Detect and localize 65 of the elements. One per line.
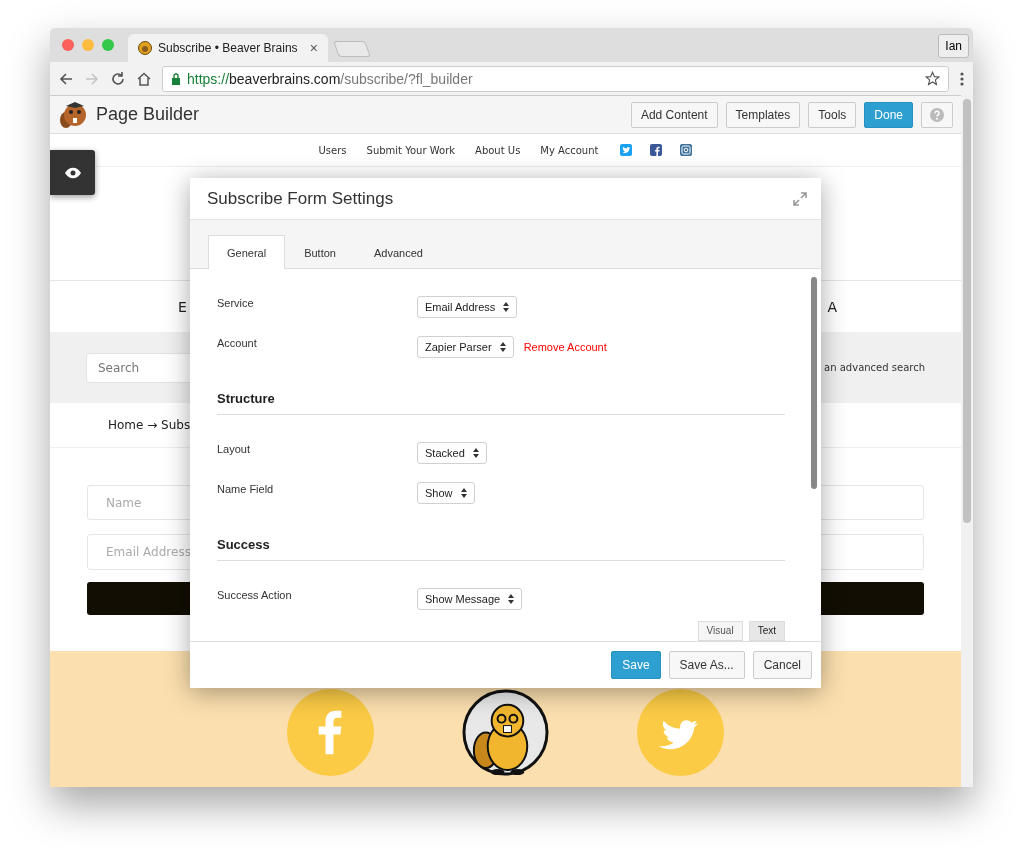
eye-icon bbox=[63, 166, 82, 179]
toolbar-button[interactable]: Templates bbox=[725, 101, 801, 128]
toolbar-button[interactable]: Tools bbox=[808, 101, 857, 128]
close-button[interactable] bbox=[62, 39, 74, 51]
updown-arrows-icon bbox=[499, 342, 506, 352]
page-builder-title: Page Builder bbox=[96, 104, 201, 125]
star-icon[interactable] bbox=[925, 71, 940, 86]
address-field[interactable]: https://beaverbrains.com/subscribe/?fl_builder bbox=[162, 65, 949, 92]
zoom-button[interactable] bbox=[102, 39, 114, 51]
editor-tab[interactable]: Text bbox=[748, 621, 785, 641]
nav-link[interactable]: About Us bbox=[475, 144, 521, 156]
field-label: Service bbox=[217, 296, 255, 309]
remove-link[interactable]: Remove Account bbox=[523, 341, 607, 353]
tab-close-button[interactable]: × bbox=[309, 40, 318, 56]
select-field[interactable]: Stacked bbox=[417, 442, 487, 464]
help-button[interactable] bbox=[921, 101, 953, 128]
scrollbar[interactable] bbox=[961, 95, 973, 787]
dialog-tab[interactable]: Advanced bbox=[354, 236, 442, 269]
updown-arrows-icon bbox=[508, 594, 515, 604]
section-heading: Structure bbox=[217, 381, 785, 415]
updown-arrows-icon bbox=[472, 448, 479, 458]
help-icon bbox=[930, 107, 944, 122]
section-heading: Success bbox=[217, 527, 785, 561]
back-icon[interactable] bbox=[58, 70, 74, 87]
beaver-favicon-icon bbox=[138, 41, 152, 55]
select-field[interactable]: Show Message bbox=[417, 588, 523, 610]
breadcrumb: Home → Subs bbox=[108, 418, 191, 432]
instagram-icon[interactable] bbox=[680, 144, 693, 156]
lock-icon bbox=[171, 72, 181, 85]
dialog-tab[interactable]: General bbox=[208, 235, 286, 269]
updown-arrows-icon bbox=[460, 488, 467, 498]
twitter-icon[interactable] bbox=[637, 689, 724, 776]
url-text: https://beaverbrains.com/subscribe/?fl_builder bbox=[187, 70, 473, 87]
toolbar-button[interactable]: Add Content bbox=[630, 101, 718, 128]
heading-text: A bbox=[827, 298, 837, 315]
dialog-button[interactable]: Cancel bbox=[752, 651, 812, 679]
nav-link[interactable]: My Account bbox=[540, 144, 599, 156]
search-hint-text: an advanced search bbox=[824, 362, 925, 373]
field-label: Account bbox=[217, 336, 258, 349]
preview-button[interactable] bbox=[50, 150, 95, 195]
expand-icon[interactable] bbox=[793, 191, 807, 206]
twitter-icon[interactable] bbox=[620, 144, 633, 156]
profile-button[interactable]: Ian bbox=[938, 34, 969, 58]
nav-link[interactable]: Submit Your Work bbox=[366, 144, 456, 156]
new-tab-button[interactable] bbox=[333, 41, 371, 57]
scrollbar[interactable] bbox=[811, 277, 817, 489]
field-label: Layout bbox=[217, 442, 252, 455]
reload-icon[interactable] bbox=[110, 70, 126, 87]
home-icon[interactable] bbox=[136, 70, 152, 87]
dialog-title: Subscribe Form Settings bbox=[207, 188, 395, 209]
beaver-logo-icon bbox=[58, 99, 88, 130]
browser-tab[interactable]: Subscribe • Beaver Brains × bbox=[128, 34, 328, 62]
field-label: Success Action bbox=[217, 588, 293, 601]
dialog-button[interactable]: Save As... bbox=[668, 651, 745, 679]
editor-tab[interactable]: Visual bbox=[697, 621, 743, 641]
select-field[interactable]: Email Address bbox=[417, 296, 518, 318]
menu-icon[interactable] bbox=[959, 70, 965, 87]
updown-arrows-icon bbox=[503, 302, 510, 312]
select-field[interactable]: Zapier Parser bbox=[417, 336, 514, 358]
dialog-tab[interactable]: Button bbox=[285, 236, 355, 269]
select-field[interactable]: Show bbox=[417, 482, 475, 504]
nav-link[interactable]: Users bbox=[318, 144, 347, 156]
facebook-icon[interactable] bbox=[650, 144, 663, 156]
heading-text: E bbox=[178, 298, 187, 315]
field-label: Name Field bbox=[217, 482, 275, 495]
